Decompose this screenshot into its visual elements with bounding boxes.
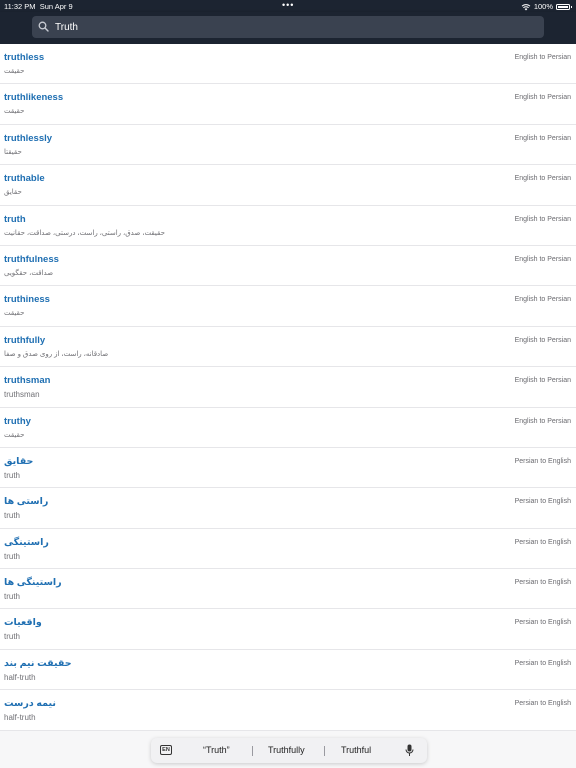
result-row[interactable]: حقیقت نیم بند Persian to English half-trut… — [0, 649, 576, 691]
result-direction: English to Persian — [514, 215, 571, 223]
status-date: Sun Apr 9 — [39, 2, 73, 11]
result-row[interactable]: واقعیات Persian to English truth — [0, 609, 576, 650]
result-row[interactable]: راستینگی ها Persian to English truth — [0, 569, 576, 610]
battery-icon — [556, 3, 572, 10]
suggestion-2[interactable]: Truthfully — [268, 745, 305, 755]
result-row[interactable]: truth English to Persian حقیقت، صدق، راستی… — [0, 205, 576, 246]
result-word: truthfully — [4, 334, 46, 346]
result-word: truthsman — [4, 375, 51, 387]
result-word: راستینگی ها — [4, 577, 62, 589]
result-row[interactable]: truthiness English to Persian حقیقت — [0, 286, 576, 327]
result-direction: English to Persian — [514, 255, 571, 263]
result-meaning: truth — [4, 470, 21, 480]
search-field[interactable] — [32, 16, 544, 38]
result-meaning: صادقانه، راست، از روی صدق و صفا — [4, 350, 109, 358]
result-direction: English to Persian — [514, 94, 571, 102]
wifi-icon — [521, 3, 531, 10]
result-meaning: truth — [4, 632, 21, 642]
result-word: نیمه درست — [4, 698, 56, 710]
result-direction: Persian to English — [514, 457, 571, 465]
status-right: 100% — [521, 2, 572, 11]
result-word: truth — [4, 213, 26, 225]
result-direction: English to Persian — [514, 54, 571, 61]
result-word: truthy — [4, 415, 31, 427]
result-row[interactable]: truthlessly English to Persian حقیقتا — [0, 124, 576, 166]
result-word: truthable — [4, 173, 45, 185]
result-row[interactable]: حقایق Persian to English truth — [0, 447, 576, 489]
result-row[interactable]: truthlikeness English to Persian حقیقت — [0, 84, 576, 125]
result-meaning: truth — [4, 592, 21, 602]
result-direction: Persian to English — [514, 700, 571, 708]
result-row[interactable]: truthable English to Persian حقایق — [0, 165, 576, 206]
result-direction: Persian to English — [514, 579, 571, 587]
result-word: truthiness — [4, 294, 50, 306]
result-meaning: حقیقت، صدق، راستی، راست، درستی، صداقت، ح… — [4, 229, 165, 237]
result-word: حقایق — [4, 455, 34, 467]
result-direction: Persian to English — [514, 498, 571, 506]
result-meaning: truth — [4, 551, 21, 561]
search-icon — [38, 21, 49, 32]
result-meaning: half-truth — [4, 713, 36, 723]
status-time-date: 11:32 PM Sun Apr 9 — [4, 2, 73, 11]
results-list: truthless English to Persian حقیقت truthlik… — [0, 44, 576, 731]
result-row[interactable]: truthsman English to Persian truthsman — [0, 367, 576, 408]
suggestion-3[interactable]: Truthful — [341, 745, 371, 755]
result-row[interactable]: truthless English to Persian حقیقت — [0, 44, 576, 85]
result-meaning: حقیقت — [4, 310, 25, 318]
status-time: 11:32 PM — [4, 2, 36, 11]
result-word: راستینگی — [4, 536, 49, 548]
result-meaning: صداقت، حقگویی — [4, 269, 54, 277]
keyboard-language-icon[interactable]: EN — [160, 745, 172, 755]
result-direction: English to Persian — [514, 134, 571, 142]
result-row[interactable]: truthfully English to Persian صادقانه، راس… — [0, 326, 576, 368]
result-direction: English to Persian — [514, 296, 571, 304]
result-direction: English to Persian — [514, 377, 571, 385]
microphone-icon[interactable] — [405, 744, 414, 757]
result-word: راستی ها — [4, 496, 49, 508]
result-word: حقیقت نیم بند — [4, 657, 72, 669]
result-word: واقعیات — [4, 617, 42, 629]
result-meaning: truth — [4, 511, 21, 521]
suggestion-1[interactable]: “Truth” — [203, 745, 230, 755]
result-direction: Persian to English — [514, 619, 571, 627]
result-direction: English to Persian — [514, 336, 571, 344]
keyboard-suggestion-bar: EN “Truth” Truthfully Truthful — [151, 738, 427, 763]
result-meaning: حقیقتا — [4, 148, 22, 156]
result-meaning: حقیقت — [4, 431, 25, 439]
search-input[interactable] — [55, 16, 535, 38]
suggestion-divider — [252, 746, 253, 756]
result-meaning: half-truth — [4, 672, 36, 682]
result-meaning: truthsman — [4, 390, 40, 400]
battery-percent: 100% — [533, 2, 553, 11]
result-word: truthlikeness — [4, 92, 64, 104]
result-row[interactable]: نیمه درست Persian to English half-truth — [0, 690, 576, 731]
result-meaning: حقایق — [4, 189, 22, 197]
multitasking-dots[interactable]: ••• — [282, 0, 294, 10]
result-row[interactable]: راستینگی Persian to English truth — [0, 528, 576, 570]
result-word: truthfulness — [4, 253, 59, 265]
result-row[interactable]: راستی ها Persian to English truth — [0, 488, 576, 529]
suggestion-divider — [324, 746, 325, 756]
result-meaning: حقیقت — [4, 108, 25, 116]
result-word: truthless — [4, 52, 45, 63]
status-bar: 11:32 PM Sun Apr 9 ••• 100% — [0, 0, 576, 12]
result-direction: English to Persian — [514, 175, 571, 183]
result-row[interactable]: truthfulness English to Persian صداقت، حقگ… — [0, 245, 576, 287]
result-direction: English to Persian — [514, 417, 571, 425]
result-direction: Persian to English — [514, 538, 571, 546]
result-meaning: حقیقت — [4, 68, 25, 75]
result-direction: Persian to English — [514, 659, 571, 667]
search-header — [0, 12, 576, 44]
result-word: truthlessly — [4, 132, 53, 144]
result-row[interactable]: truthy English to Persian حقیقت — [0, 407, 576, 448]
